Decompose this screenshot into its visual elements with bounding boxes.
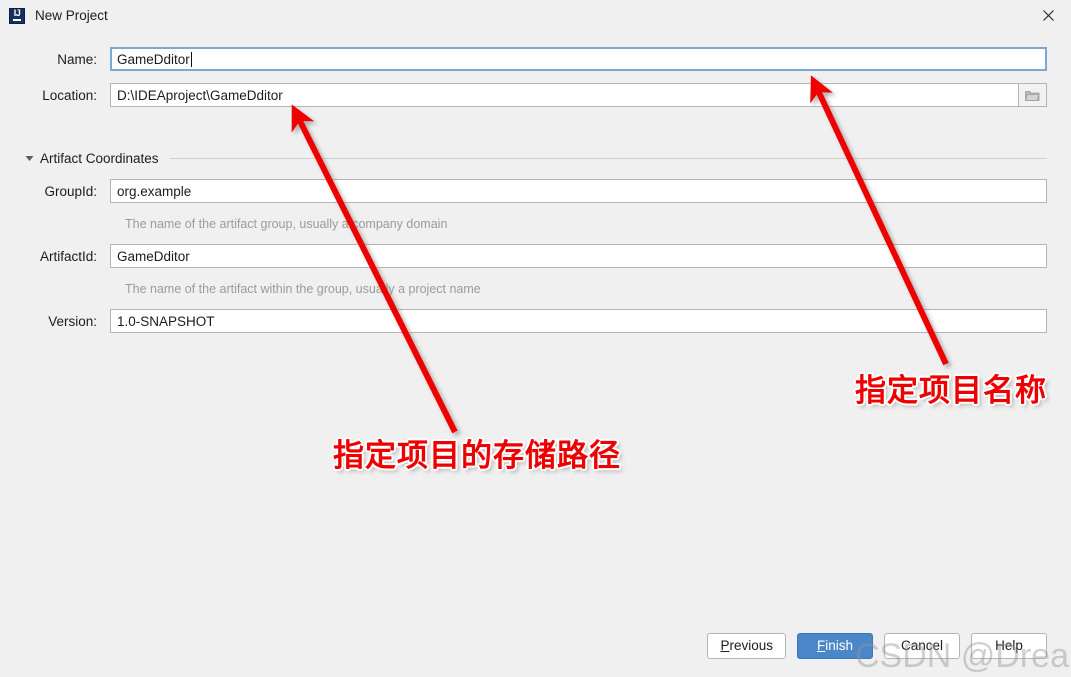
- artifactid-hint: The name of the artifact within the grou…: [125, 282, 481, 296]
- artifactid-input[interactable]: GameDditor: [110, 244, 1047, 268]
- name-label: Name:: [57, 51, 97, 67]
- intellij-idea-icon: [9, 7, 25, 24]
- name-input-value: GameDditor: [117, 51, 190, 67]
- artifactid-row: ArtifactId: GameDditor: [0, 244, 1071, 268]
- window-title: New Project: [35, 7, 108, 23]
- dialog-footer: Previous Finish Cancel Help: [0, 632, 1071, 659]
- groupid-input-value: org.example: [117, 183, 192, 199]
- title-bar: New Project: [0, 0, 1071, 31]
- version-row: Version: 1.0-SNAPSHOT: [0, 309, 1071, 333]
- artifactid-input-value: GameDditor: [117, 248, 190, 264]
- finish-button[interactable]: Finish: [797, 632, 873, 659]
- close-icon: [1042, 10, 1054, 21]
- name-input[interactable]: GameDditor: [110, 47, 1047, 71]
- help-button[interactable]: Help: [971, 632, 1047, 659]
- finish-label-rest: inish: [825, 638, 853, 653]
- folder-icon: [1025, 90, 1040, 101]
- artifact-coordinates-section-header[interactable]: Artifact Coordinates: [24, 150, 1047, 167]
- version-input[interactable]: 1.0-SNAPSHOT: [110, 309, 1047, 333]
- new-project-dialog: New Project Name: GameDditor Location: D…: [0, 0, 1071, 670]
- previous-button[interactable]: Previous: [707, 632, 786, 659]
- annotation-location-text: 指定项目的存储路径: [333, 438, 621, 474]
- version-label: Version:: [48, 313, 97, 329]
- close-button[interactable]: [1025, 0, 1071, 31]
- location-browse-button[interactable]: [1019, 83, 1047, 107]
- location-input[interactable]: D:\IDEAproject\GameDditor: [110, 83, 1019, 107]
- name-row: Name: GameDditor: [0, 47, 1071, 71]
- annotation-name-text: 指定项目名称: [855, 373, 1047, 409]
- finish-mnemonic: F: [816, 638, 826, 653]
- artifact-coordinates-label: Artifact Coordinates: [40, 151, 159, 166]
- triangle-down-icon: [24, 154, 34, 164]
- previous-label-rest: revious: [729, 638, 773, 653]
- location-input-value: D:\IDEAproject\GameDditor: [117, 87, 283, 103]
- text-caret: [190, 51, 192, 67]
- location-row: Location: D:\IDEAproject\GameDditor: [0, 83, 1071, 107]
- dialog-body: Name: GameDditor Location: D:\IDEAprojec…: [0, 31, 1071, 670]
- groupid-input[interactable]: org.example: [110, 179, 1047, 203]
- location-label: Location:: [42, 87, 97, 103]
- groupid-hint: The name of the artifact group, usually …: [125, 217, 448, 231]
- cancel-button[interactable]: Cancel: [884, 632, 960, 659]
- groupid-label: GroupId:: [44, 183, 97, 199]
- artifactid-label: ArtifactId:: [39, 248, 97, 264]
- groupid-row: GroupId: org.example: [0, 179, 1071, 203]
- section-divider: [169, 158, 1047, 159]
- version-input-value: 1.0-SNAPSHOT: [117, 313, 215, 329]
